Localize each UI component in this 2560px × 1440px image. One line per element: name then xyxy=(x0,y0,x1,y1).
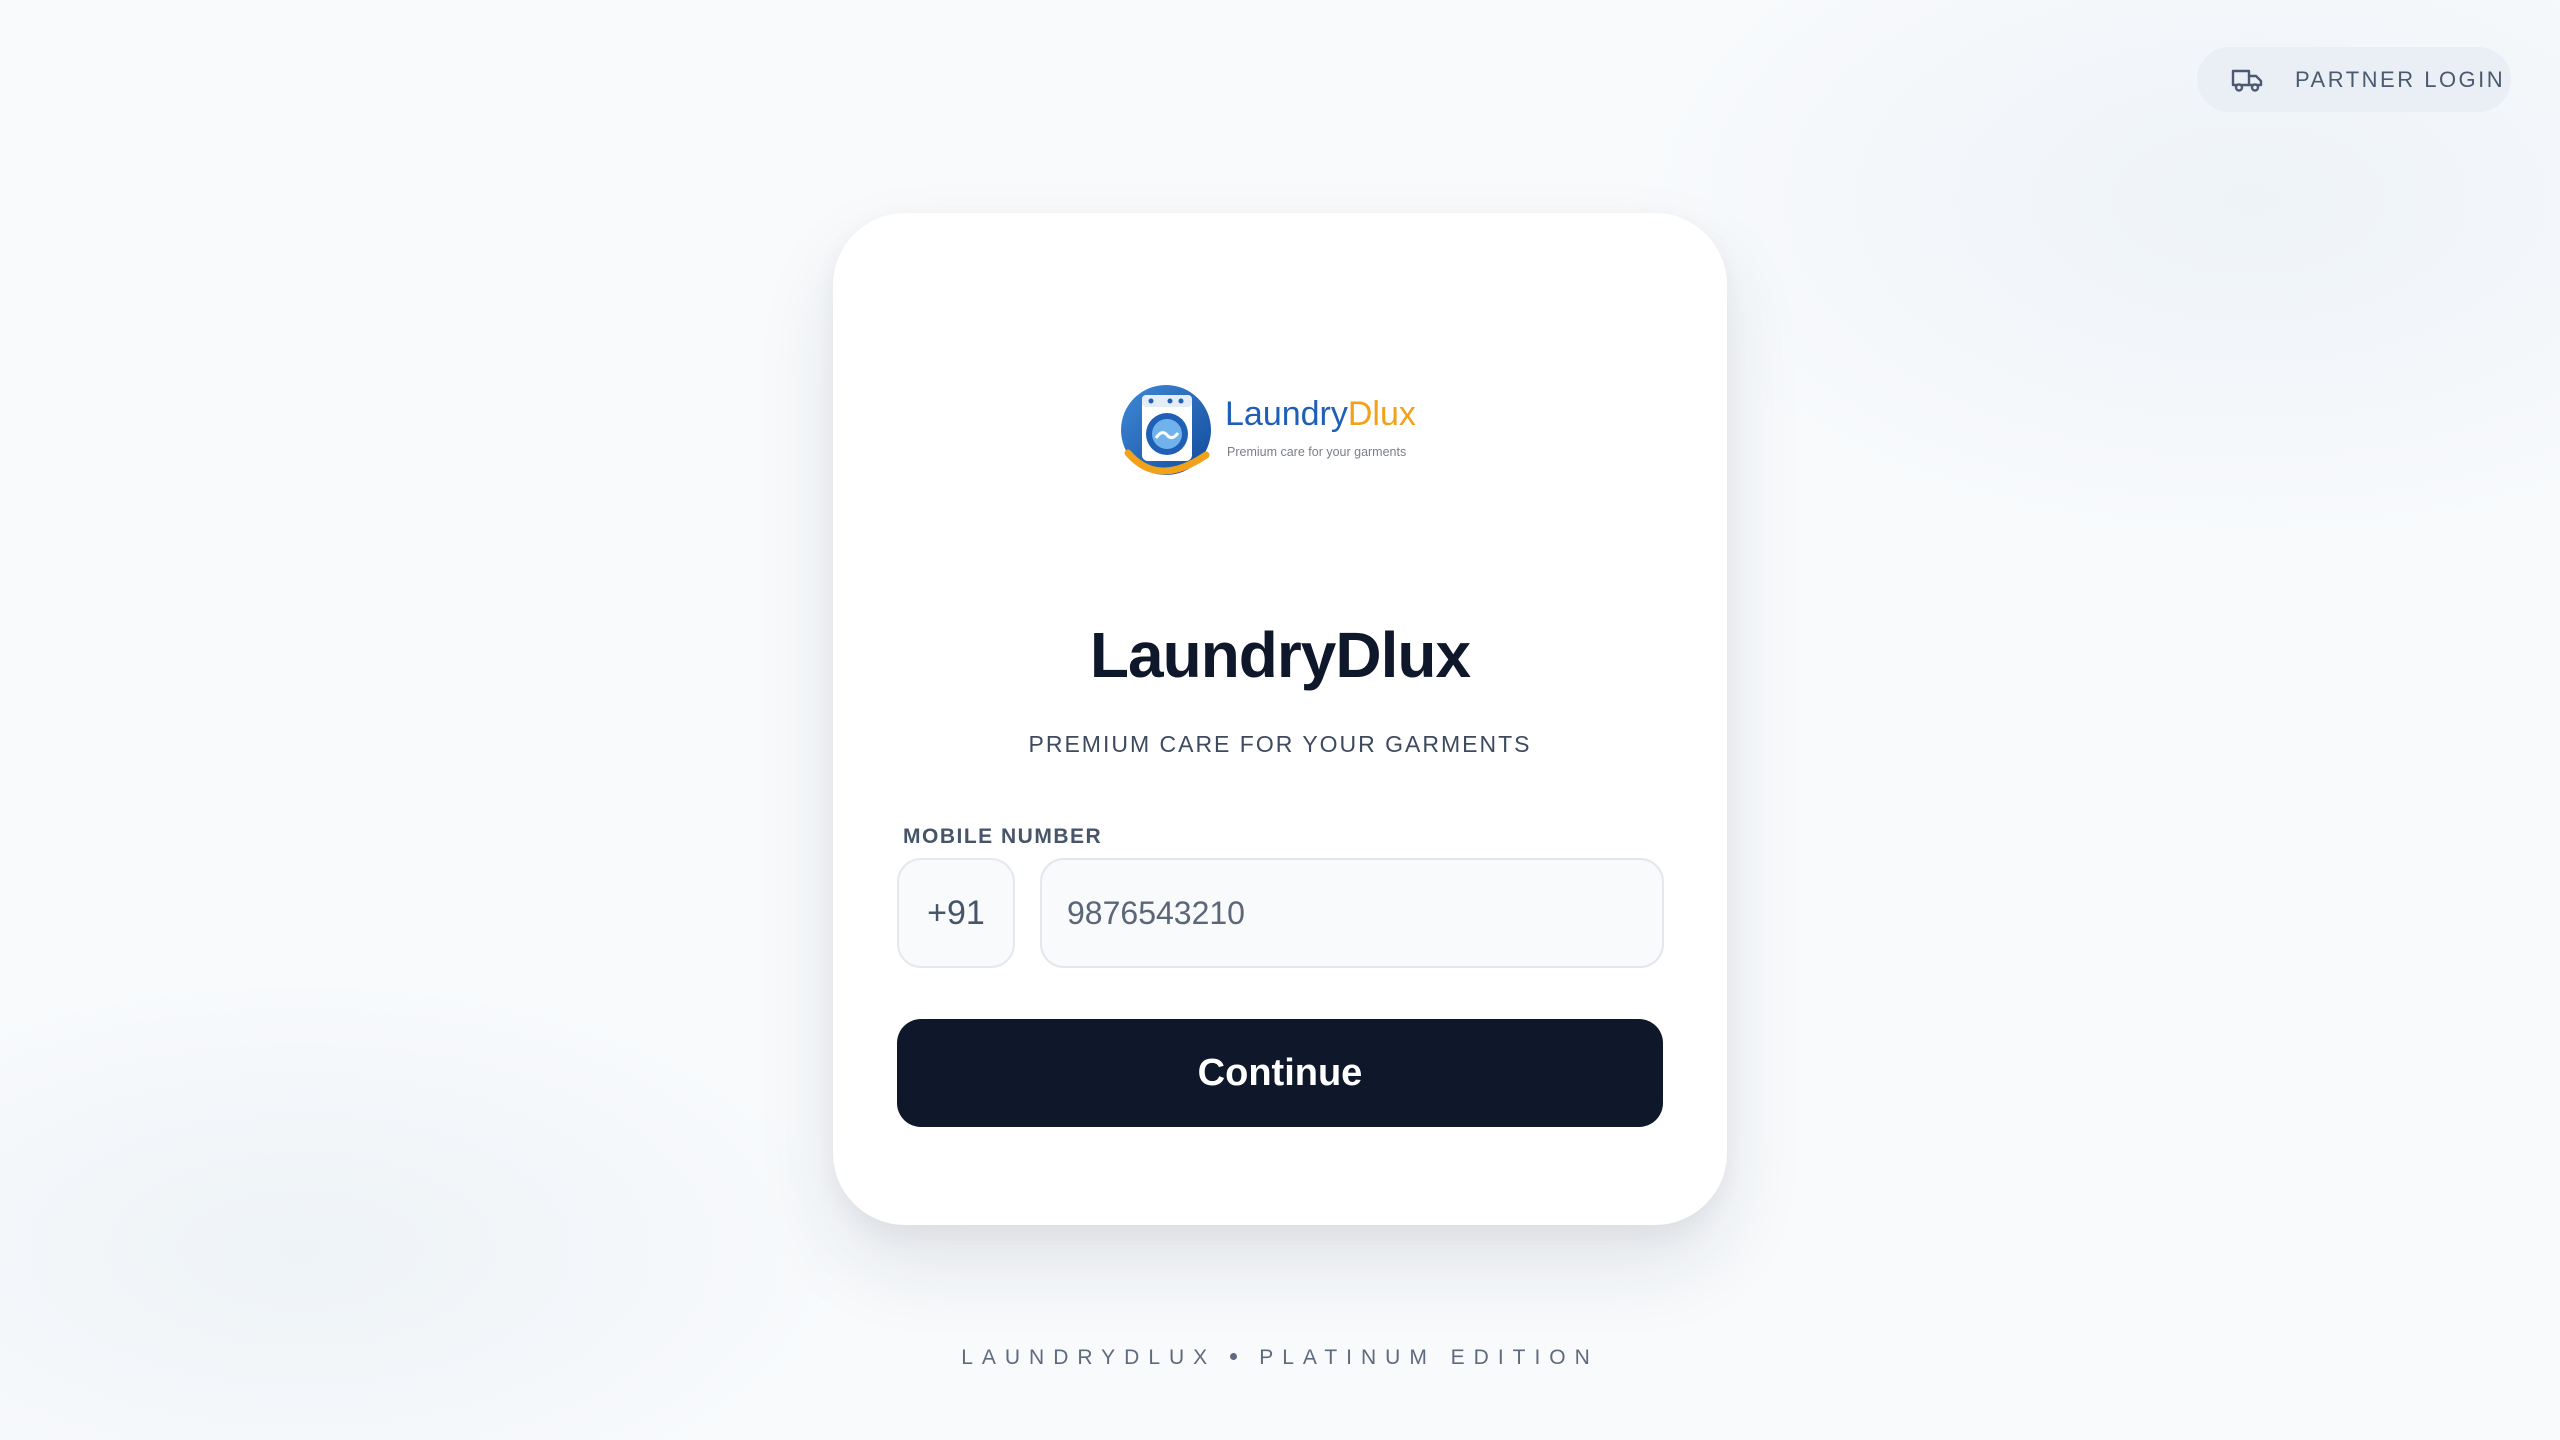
country-code-selector[interactable]: +91 xyxy=(897,858,1015,968)
brand-wordmark: LaundryDlux xyxy=(1225,395,1416,433)
footer-edition-label: PLATINUM EDITION xyxy=(1259,1346,1599,1369)
footer-separator-dot xyxy=(1230,1352,1238,1360)
partner-login-label: PARTNER LOGIN xyxy=(2295,66,2506,92)
mobile-number-label: MOBILE NUMBER xyxy=(903,825,1103,848)
partner-login-button[interactable]: PARTNER LOGIN xyxy=(2197,47,2511,112)
footer-brand: LAUNDRYDLUX xyxy=(961,1346,1217,1369)
washing-machine-icon xyxy=(1121,385,1211,475)
login-card: LaundryDlux Premium care for your garmen… xyxy=(833,213,1727,1225)
brand-logo: LaundryDlux Premium care for your garmen… xyxy=(1118,383,1438,483)
page-subtitle: PREMIUM CARE FOR YOUR GARMENTS xyxy=(1028,731,1532,757)
mobile-number-input[interactable] xyxy=(1040,858,1664,968)
footer-edition: LAUNDRYDLUX PLATINUM EDITION xyxy=(0,1346,2560,1370)
continue-button[interactable]: Continue xyxy=(897,1019,1663,1127)
page-title: LaundryDlux xyxy=(1089,619,1471,691)
truck-icon xyxy=(2231,66,2263,94)
brand-tagline: Premium care for your garments xyxy=(1227,445,1407,459)
